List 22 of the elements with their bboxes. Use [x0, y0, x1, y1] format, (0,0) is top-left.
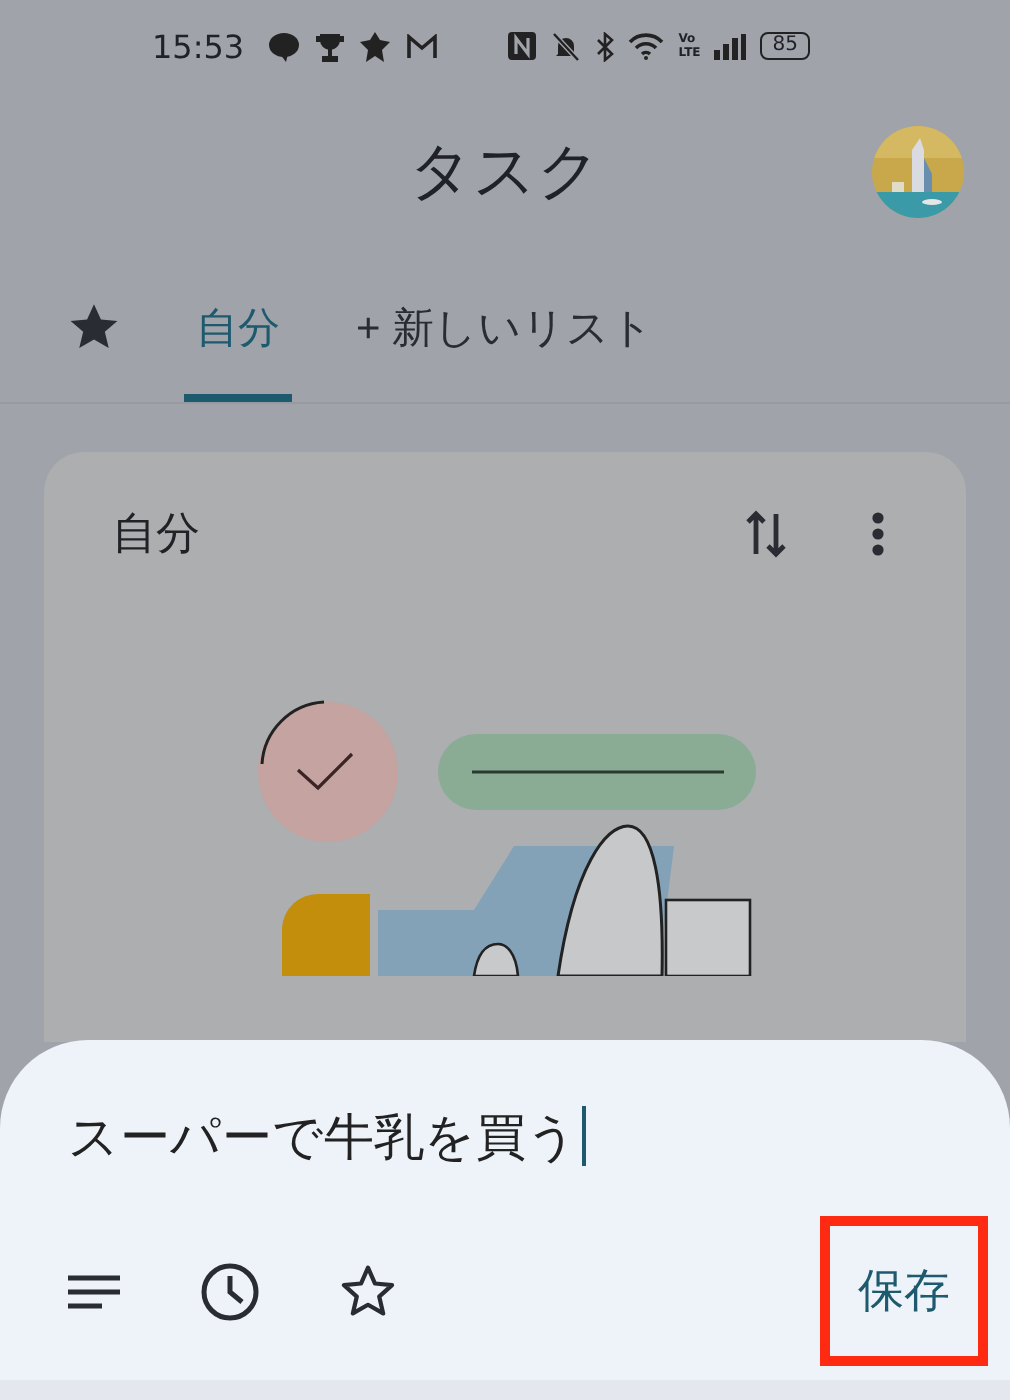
- clock-icon[interactable]: [200, 1261, 260, 1321]
- battery-indicator: 85: [760, 32, 810, 60]
- wifi-icon: [628, 32, 665, 60]
- star-icon: [68, 302, 120, 352]
- text-cursor: [582, 1106, 586, 1166]
- list-tab[interactable]: + 新しいリスト: [344, 252, 667, 402]
- save-button[interactable]: 保存: [846, 1244, 962, 1338]
- sort-icon[interactable]: [742, 506, 790, 562]
- details-icon[interactable]: [68, 1273, 120, 1309]
- chat-bubble-icon: [268, 31, 301, 61]
- muted-bell-icon: [550, 31, 583, 61]
- bluetooth-icon: [596, 31, 615, 61]
- list-title: 自分: [112, 506, 202, 562]
- status-time: 15:53: [152, 27, 245, 65]
- app-title: タスク: [409, 134, 601, 210]
- mail-icon: [406, 33, 439, 59]
- signal-icon: [714, 33, 747, 59]
- nfc-icon: [508, 32, 537, 60]
- star-outline-icon[interactable]: [340, 1264, 396, 1318]
- more-icon[interactable]: [870, 510, 886, 558]
- task-input-field[interactable]: スーパーで牛乳を買う: [68, 1103, 578, 1169]
- trophy-icon: [316, 31, 345, 61]
